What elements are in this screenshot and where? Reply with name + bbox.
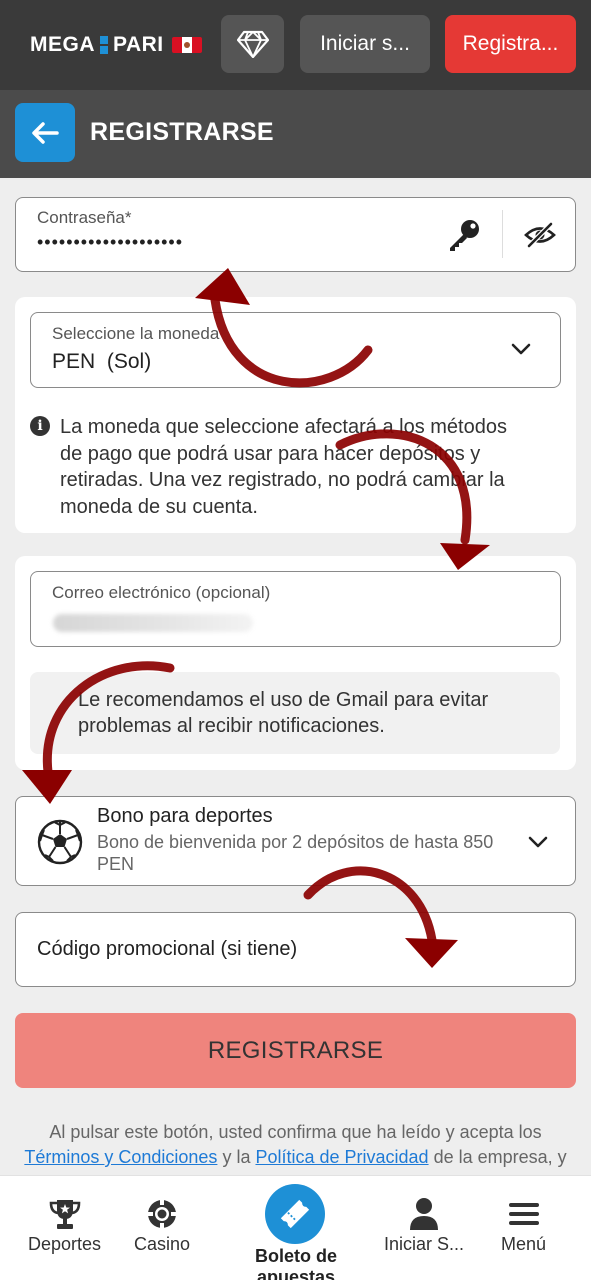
peru-flag-icon — [171, 37, 202, 53]
currency-select[interactable]: Seleccione la moneda PEN (Sol) — [30, 312, 561, 388]
currency-label: Seleccione la moneda — [52, 324, 220, 343]
ticket-icon — [280, 1199, 310, 1229]
legal-suffix: de la empresa, y — [433, 1147, 567, 1167]
legal-text: Al pulsar este botón, usted confirma que… — [10, 1120, 581, 1170]
logo-text-left: MEGA — [30, 33, 95, 56]
back-button[interactable] — [15, 103, 75, 162]
page-header: REGISTRARSE — [0, 90, 591, 178]
chevron-down-icon — [528, 836, 548, 848]
logo-text-right: PARI — [113, 33, 164, 56]
bonus-title: Bono para deportes — [97, 805, 273, 827]
email-field[interactable]: Correo electrónico (opcional) — [30, 571, 561, 647]
register-button[interactable]: Registra... — [445, 15, 576, 73]
currency-info-text: La moneda que seleccione afectará a los … — [60, 416, 507, 518]
key-icon[interactable] — [446, 218, 482, 252]
nav-login[interactable]: Iniciar S... — [384, 1196, 464, 1255]
diamond-icon — [236, 30, 269, 58]
bottom-navigation: Deportes Casino Boleto de apuestas Inici… — [0, 1175, 591, 1280]
nav-betslip-label: Boleto de apuestas — [254, 1246, 337, 1280]
password-label: Contraseña* — [37, 208, 132, 227]
logo-separator-icon — [99, 35, 109, 55]
nav-login-label: Iniciar S... — [384, 1234, 465, 1254]
nav-casino-label: Casino — [134, 1234, 191, 1254]
bonus-select[interactable]: Bono para deportes Bono de bienvenida po… — [15, 796, 576, 886]
megapari-logo[interactable]: MEGA PARI — [30, 32, 202, 58]
bonus-description: Bono de bienvenida por 2 depósitos de ha… — [97, 832, 494, 874]
privacy-link[interactable]: Política de Privacidad — [255, 1147, 428, 1167]
currency-value: PEN (Sol) — [52, 350, 151, 374]
legal-line-1: Al pulsar este botón, usted confirma que… — [49, 1122, 542, 1142]
password-field[interactable]: Contraseña* •••••••••••••••••••• — [15, 197, 576, 272]
submit-register-button[interactable]: REGISTRARSE — [15, 1013, 576, 1088]
user-icon — [410, 1198, 439, 1230]
nav-menu-label: Menú — [501, 1234, 547, 1254]
promo-code-placeholder: Código promocional (si tiene) — [37, 938, 298, 960]
hamburger-menu-icon — [508, 1203, 539, 1225]
legal-and: y la — [222, 1147, 251, 1167]
trophy-icon — [49, 1200, 80, 1229]
login-button[interactable]: Iniciar s... — [300, 15, 430, 73]
legal-line-2: Términos y Condiciones y la Política de … — [10, 1145, 581, 1170]
nav-sports[interactable]: Deportes — [28, 1196, 101, 1255]
chevron-down-icon — [511, 343, 531, 355]
nav-betslip[interactable]: Boleto de apuestas — [215, 1176, 377, 1280]
page-title: REGISTRARSE — [90, 118, 274, 146]
diamond-button[interactable] — [221, 15, 284, 73]
betslip-button[interactable] — [265, 1184, 325, 1244]
nav-casino[interactable]: Casino — [134, 1196, 190, 1255]
top-bar: MEGA PARI Iniciar s... Registra... — [0, 0, 591, 90]
gmail-tip-text: Le recomendamos el uso de Gmail para evi… — [78, 689, 489, 737]
soccer-ball-icon — [37, 819, 83, 865]
nav-sports-label: Deportes — [28, 1234, 102, 1254]
info-icon: i — [30, 416, 50, 436]
currency-code: PEN — [52, 350, 96, 373]
currency-name: (Sol) — [106, 350, 152, 373]
promo-code-input[interactable]: Código promocional (si tiene) — [15, 912, 576, 987]
casino-chip-icon — [148, 1200, 177, 1228]
email-label: Correo electrónico (opcional) — [52, 583, 271, 602]
email-value-blurred — [53, 614, 253, 632]
field-divider — [502, 210, 503, 258]
nav-menu[interactable]: Menú — [501, 1196, 546, 1255]
password-value: •••••••••••••••••••• — [37, 232, 184, 252]
arrow-left-icon — [32, 121, 59, 144]
terms-link[interactable]: Términos y Condiciones — [24, 1147, 217, 1167]
eye-slash-icon[interactable] — [524, 222, 556, 248]
gmail-tip-box: Le recomendamos el uso de Gmail para evi… — [30, 672, 560, 754]
